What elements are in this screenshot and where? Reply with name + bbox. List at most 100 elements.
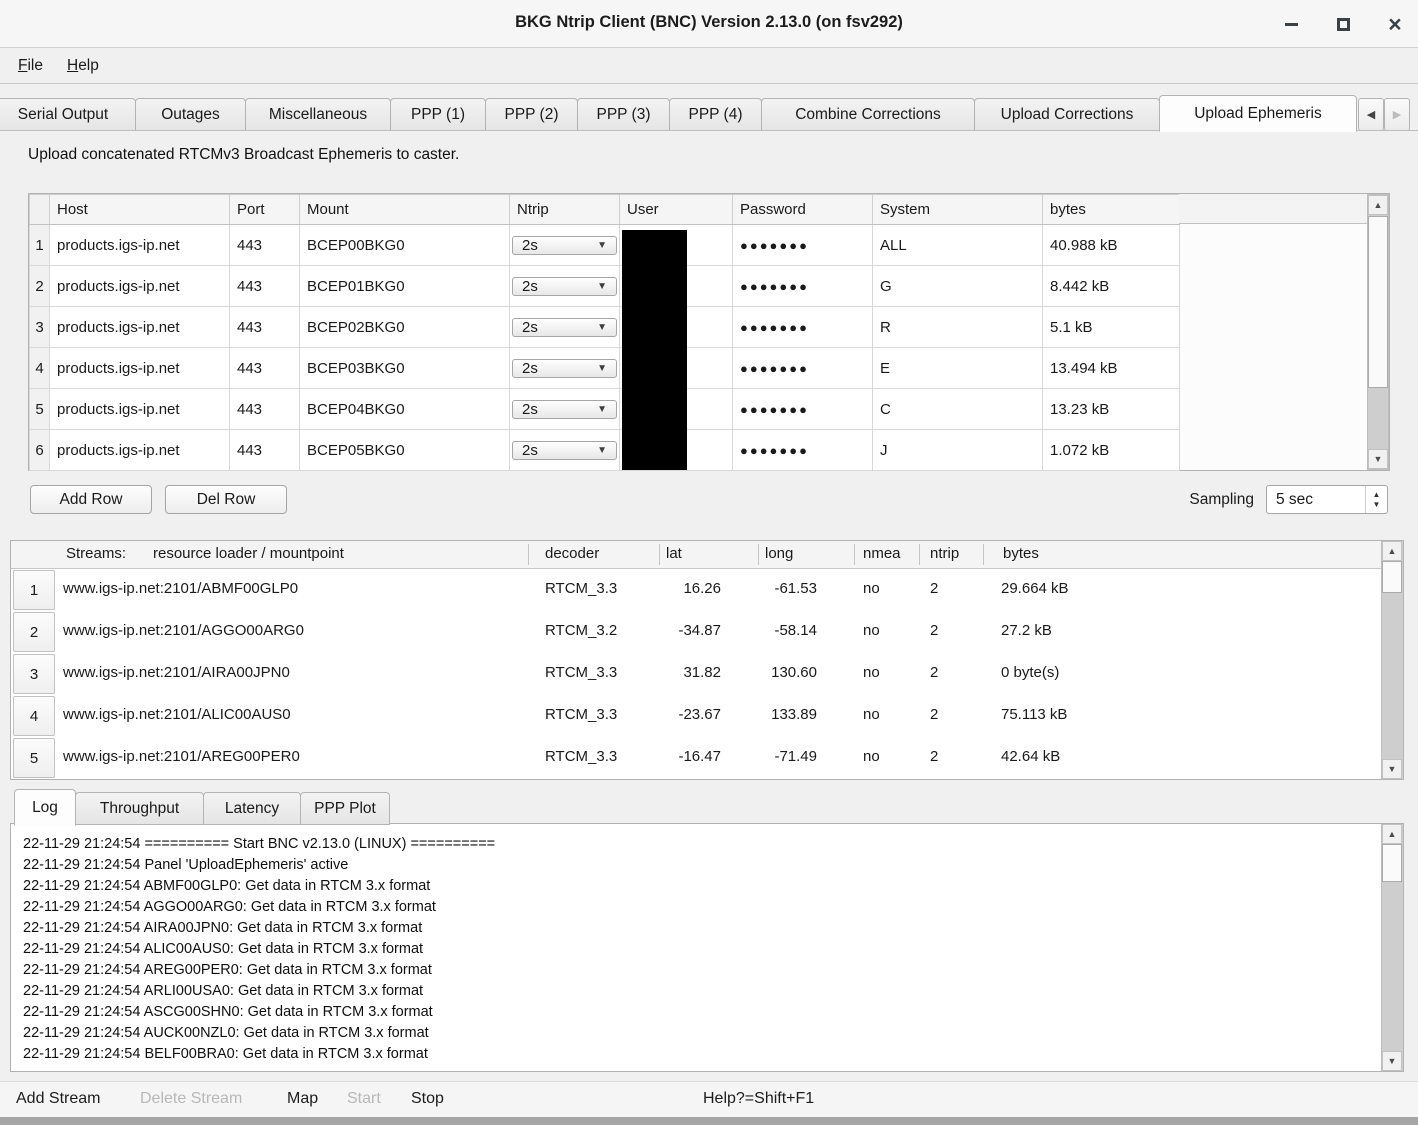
- col-header-port[interactable]: Port: [230, 195, 300, 225]
- tab-log[interactable]: Log: [14, 789, 76, 826]
- del-row-button[interactable]: Del Row: [165, 485, 287, 514]
- row-header[interactable]: 1: [30, 225, 50, 266]
- streams-scrollbar[interactable]: ▲ ▼: [1381, 541, 1403, 779]
- close-button[interactable]: ×: [1380, 9, 1410, 39]
- row-header[interactable]: 5: [30, 389, 50, 430]
- tab-scroll-right-button[interactable]: ▶: [1384, 98, 1410, 131]
- row-header[interactable]: 6: [30, 430, 50, 471]
- ntrip-dropdown[interactable]: 2s▼: [512, 441, 617, 460]
- host-cell[interactable]: products.igs-ip.net: [50, 307, 230, 348]
- scrollbar-thumb[interactable]: [1368, 216, 1388, 388]
- stream-row[interactable]: 3 www.igs-ip.net:2101/AIRA00JPN0 RTCM_3.…: [11, 653, 1381, 695]
- menu-file[interactable]: File: [14, 55, 47, 77]
- row-header[interactable]: 2: [13, 612, 55, 652]
- spin-up-icon[interactable]: ▲: [1373, 490, 1381, 500]
- host-cell[interactable]: products.igs-ip.net: [50, 266, 230, 307]
- tab-ppp-3[interactable]: PPP (3): [577, 98, 670, 131]
- system-cell[interactable]: E: [873, 348, 1043, 389]
- col-header-ntrip[interactable]: Ntrip: [510, 195, 620, 225]
- maximize-button[interactable]: [1328, 9, 1358, 39]
- mount-cell[interactable]: BCEP01BKG0: [300, 266, 510, 307]
- scroll-down-button[interactable]: ▼: [1382, 1051, 1402, 1071]
- system-cell[interactable]: R: [873, 307, 1043, 348]
- system-cell[interactable]: ALL: [873, 225, 1043, 266]
- row-header[interactable]: 1: [13, 570, 55, 610]
- host-cell[interactable]: products.igs-ip.net: [50, 225, 230, 266]
- spin-down-icon[interactable]: ▼: [1373, 500, 1381, 510]
- system-cell[interactable]: G: [873, 266, 1043, 307]
- sampling-spinbox[interactable]: 5 sec ▲ ▼: [1266, 485, 1388, 514]
- system-cell[interactable]: J: [873, 430, 1043, 471]
- col-header-user[interactable]: User: [620, 195, 733, 225]
- stop-button[interactable]: Stop: [411, 1090, 444, 1108]
- mount-cell[interactable]: BCEP02BKG0: [300, 307, 510, 348]
- port-cell[interactable]: 443: [230, 430, 300, 471]
- col-header-ntrip[interactable]: ntrip: [930, 545, 959, 562]
- host-cell[interactable]: products.igs-ip.net: [50, 430, 230, 471]
- col-header-system[interactable]: System: [873, 195, 1043, 225]
- tab-outages[interactable]: Outages: [135, 98, 246, 131]
- password-cell[interactable]: ●●●●●●●: [733, 307, 873, 348]
- menu-help[interactable]: Help: [63, 55, 103, 77]
- delete-stream-button[interactable]: Delete Stream: [140, 1090, 242, 1108]
- port-cell[interactable]: 443: [230, 389, 300, 430]
- ntrip-dropdown[interactable]: 2s▼: [512, 359, 617, 378]
- upload-table-scrollbar[interactable]: ▲ ▼: [1367, 194, 1389, 470]
- row-header[interactable]: 5: [13, 738, 55, 778]
- add-stream-button[interactable]: Add Stream: [16, 1090, 100, 1108]
- row-header[interactable]: 3: [30, 307, 50, 348]
- tab-throughput[interactable]: Throughput: [75, 792, 204, 825]
- col-header-host[interactable]: Host: [50, 195, 230, 225]
- password-cell[interactable]: ●●●●●●●: [733, 389, 873, 430]
- row-header[interactable]: 2: [30, 266, 50, 307]
- system-cell[interactable]: C: [873, 389, 1043, 430]
- tab-combine-corrections[interactable]: Combine Corrections: [761, 98, 975, 131]
- scroll-down-button[interactable]: ▼: [1368, 449, 1388, 469]
- col-header-nmea[interactable]: nmea: [863, 545, 901, 562]
- col-header-long[interactable]: long: [765, 545, 793, 562]
- scroll-up-button[interactable]: ▲: [1382, 541, 1402, 561]
- password-cell[interactable]: ●●●●●●●: [733, 348, 873, 389]
- tab-miscellaneous[interactable]: Miscellaneous: [245, 98, 391, 131]
- port-cell[interactable]: 443: [230, 348, 300, 389]
- host-cell[interactable]: products.igs-ip.net: [50, 348, 230, 389]
- tab-upload-corrections[interactable]: Upload Corrections: [974, 98, 1160, 131]
- host-cell[interactable]: products.igs-ip.net: [50, 389, 230, 430]
- start-button[interactable]: Start: [347, 1090, 381, 1108]
- map-button[interactable]: Map: [287, 1090, 318, 1108]
- mount-cell[interactable]: BCEP04BKG0: [300, 389, 510, 430]
- tab-ppp-4[interactable]: PPP (4): [669, 98, 762, 131]
- add-row-button[interactable]: Add Row: [30, 485, 152, 514]
- port-cell[interactable]: 443: [230, 225, 300, 266]
- row-header[interactable]: 3: [13, 654, 55, 694]
- row-header[interactable]: 4: [30, 348, 50, 389]
- scroll-down-button[interactable]: ▼: [1382, 759, 1402, 779]
- tab-ppp-2[interactable]: PPP (2): [485, 98, 578, 131]
- stream-row[interactable]: 1 www.igs-ip.net:2101/ABMF00GLP0 RTCM_3.…: [11, 569, 1381, 611]
- port-cell[interactable]: 443: [230, 307, 300, 348]
- ntrip-dropdown[interactable]: 2s▼: [512, 236, 617, 255]
- tab-ppp-plot[interactable]: PPP Plot: [300, 792, 390, 825]
- ntrip-dropdown[interactable]: 2s▼: [512, 400, 617, 419]
- bytes-cell[interactable]: 13.494 kB: [1043, 348, 1180, 389]
- bytes-cell[interactable]: 1.072 kB: [1043, 430, 1180, 471]
- scrollbar-thumb[interactable]: [1382, 561, 1402, 593]
- ntrip-dropdown[interactable]: 2s▼: [512, 277, 617, 296]
- stream-row[interactable]: 4 www.igs-ip.net:2101/ALIC00AUS0 RTCM_3.…: [11, 695, 1381, 737]
- password-cell[interactable]: ●●●●●●●: [733, 430, 873, 471]
- log-scrollbar[interactable]: ▲ ▼: [1381, 824, 1403, 1071]
- row-header[interactable]: 4: [13, 696, 55, 736]
- tab-scroll-left-button[interactable]: ◀: [1358, 98, 1384, 131]
- tab-latency[interactable]: Latency: [203, 792, 301, 825]
- col-header-lat[interactable]: lat: [666, 545, 682, 562]
- mount-cell[interactable]: BCEP00BKG0: [300, 225, 510, 266]
- tab-ppp-1[interactable]: PPP (1): [390, 98, 486, 131]
- scrollbar-thumb[interactable]: [1382, 844, 1402, 882]
- col-header-decoder[interactable]: decoder: [545, 545, 599, 562]
- bytes-cell[interactable]: 40.988 kB: [1043, 225, 1180, 266]
- col-header-bytes[interactable]: bytes: [1003, 545, 1039, 562]
- col-header-password[interactable]: Password: [733, 195, 873, 225]
- password-cell[interactable]: ●●●●●●●: [733, 266, 873, 307]
- col-header-mount[interactable]: Mount: [300, 195, 510, 225]
- stream-row[interactable]: 5 www.igs-ip.net:2101/AREG00PER0 RTCM_3.…: [11, 737, 1381, 779]
